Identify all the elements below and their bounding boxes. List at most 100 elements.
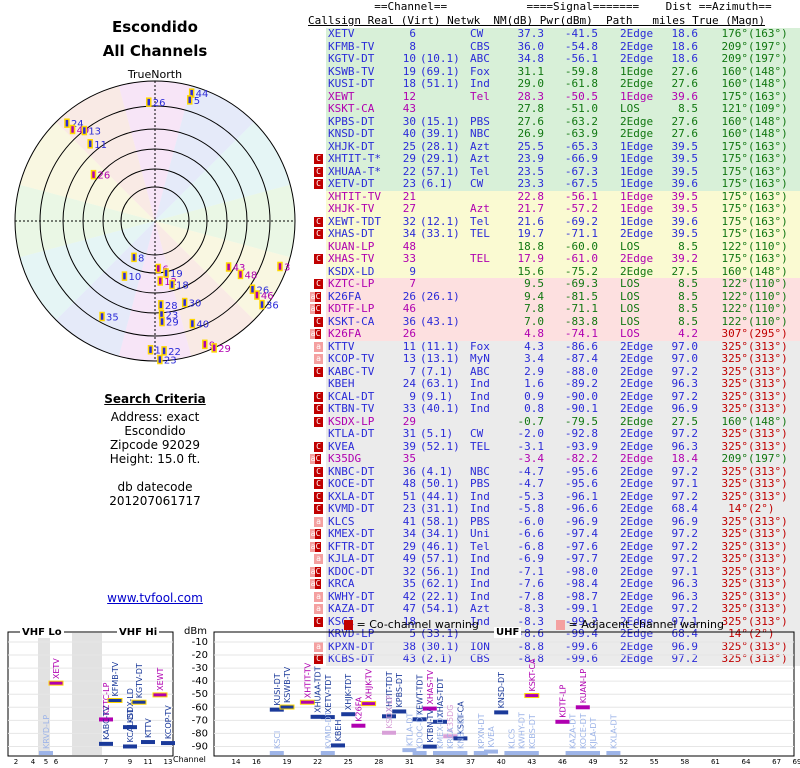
cell-ch: 24: [402, 377, 416, 390]
table-row: KUSI-DT 18 (51.1) Ind 29.0 -61.8 2Edge 27.6 160°…: [308, 77, 800, 91]
cell-pt: 2Edge: [620, 527, 654, 540]
cell-nm: 34.8: [517, 52, 545, 65]
cell-pt: LOS: [620, 302, 640, 315]
cell-mg: (2°): [748, 502, 775, 515]
cell-n: MyN: [470, 352, 490, 365]
cell-ch: 40: [402, 127, 416, 140]
spectrum-bar: [131, 699, 147, 705]
cell-c: XETV: [328, 27, 355, 40]
cell-ch: 7: [409, 277, 416, 290]
x-tick-label: 49: [589, 758, 598, 766]
polar-station-marker: [99, 311, 105, 322]
cell-pw: -41.5: [564, 27, 598, 40]
spectrum-bar-label: XHUAA-TDT: [314, 666, 323, 713]
polar-station-label: 8: [138, 253, 144, 264]
cell-az: 209°: [721, 452, 749, 465]
polar-station-marker: [237, 269, 244, 280]
cell-az: 325°: [721, 402, 749, 415]
cell-c: KGTV-DT: [328, 52, 375, 65]
cell-v: (13.1): [420, 352, 460, 365]
cell-ch: 18: [402, 77, 416, 90]
cell-n: NBC: [470, 127, 490, 140]
y-tick-label: -10: [192, 637, 208, 648]
table-row: a C KMEX-DT 34 (34.1) Uni -6.6 -97.4 2Edge 97.2 32…: [308, 527, 800, 541]
spectrum-bar-label: KMEX-DT: [436, 713, 445, 749]
cell-mg: (313°): [748, 402, 788, 415]
cell-mi: 96.3: [671, 377, 699, 390]
cell-v: (50.1): [420, 477, 460, 490]
y-tick-label: -70: [192, 715, 208, 726]
cell-nm: -3.4: [517, 452, 545, 465]
tvfool-link[interactable]: www.tvfool.com: [0, 591, 310, 605]
spectrum-bar-label: KFMB-TV: [111, 661, 120, 696]
channel-axis-label: Channel: [173, 755, 206, 764]
cell-ch: 34: [402, 227, 416, 240]
co-channel-warning-icon: C: [314, 366, 323, 377]
cell-pw: -56.1: [564, 52, 598, 65]
table-header-line2: Callsign Real (Virt) Netwk NM(dB) Pwr(dB…: [308, 14, 765, 27]
spectrum-bar: [422, 744, 437, 749]
cell-nm: 27.8: [517, 102, 545, 115]
cell-mg: (313°): [748, 352, 788, 365]
cell-ch: 48: [402, 477, 416, 490]
table-row: C XHTIT-T* 29 (29.1) Azt 23.9 -66.9 1Edge 39.5 17…: [308, 152, 800, 166]
x-tick-label: 9: [128, 758, 132, 766]
spectrum-bar: [453, 751, 468, 755]
cell-pw: -51.0: [564, 102, 598, 115]
cell-az: 325°: [721, 352, 749, 365]
adjacent-warning-icon: a: [314, 354, 323, 364]
cell-n: Azt: [470, 202, 490, 215]
co-channel-warning-icon: C: [315, 579, 321, 589]
cell-nm: 4.8: [524, 327, 544, 340]
y-tick-label: -40: [192, 676, 208, 687]
spectrum-bar: [341, 712, 356, 717]
adjacent-warning-icon: a: [314, 341, 323, 352]
cell-ch: 23: [402, 177, 416, 190]
cell-pw: -61.8: [564, 77, 598, 90]
spectrum-bar-label: XHTIT-TV: [303, 662, 312, 698]
x-tick-label: 31: [405, 758, 414, 766]
cell-mg: (163°): [748, 252, 788, 265]
table-row: C KOCE-DT 48 (50.1) PBS -4.7 -95.6 2Edge 97.1 325…: [308, 477, 800, 491]
cell-n: Ind: [470, 377, 490, 390]
co-channel-warning-icon: C: [314, 179, 323, 189]
criteria-city: Escondido: [124, 424, 186, 438]
cell-ch: 46: [402, 302, 416, 315]
cell-c: KTBN-TV: [328, 402, 375, 415]
cell-nm: -4.7: [517, 477, 545, 490]
cell-pt: 2Edge: [620, 552, 654, 565]
spectrum-bar-label: XETV-TDT: [324, 674, 333, 713]
cell-pt: 2Edge: [620, 402, 654, 415]
criteria-db-code: 201207061717: [109, 494, 201, 508]
cell-pt: LOS: [620, 102, 640, 115]
cell-az: 175°: [721, 227, 749, 240]
cell-mg: (313°): [748, 427, 788, 440]
cell-mg: (110°): [748, 277, 788, 290]
cell-ch: 26: [402, 327, 416, 340]
table-row: KNSD-DT 40 (39.1) NBC 26.9 -63.9 2Edge 27.6 160°…: [308, 127, 800, 141]
x-tick-label: 19: [283, 758, 292, 766]
cell-mi: 4.2: [678, 327, 698, 340]
cell-n: CW: [470, 177, 484, 190]
cell-mi: 96.3: [671, 577, 699, 590]
co-channel-warning-icon: C: [314, 216, 323, 227]
cell-ch: 29: [402, 152, 416, 165]
table-row: KSKT-CA 43 27.8 -51.0 LOS 8.5 121° (109°): [308, 102, 800, 116]
polar-station-label: 29: [218, 344, 231, 355]
co-channel-warning-icon: C: [315, 566, 321, 577]
cell-pw: -67.5: [564, 177, 598, 190]
spectrum-bar: [107, 698, 123, 704]
spectrum-bar: [331, 743, 345, 748]
spectrum-bar: [392, 709, 407, 714]
polar-station-marker: [90, 169, 97, 180]
cell-v: (51.1): [420, 77, 460, 90]
cell-pw: -92.8: [564, 427, 598, 440]
spectrum-bar-label: KTTV: [144, 718, 153, 738]
cell-mg: (197°): [748, 452, 788, 465]
table-row: a C KRCA 35 (62.1) Ind -7.6 -98.4 2Edge 96.3 325°(…: [308, 577, 800, 591]
cell-pt: 2Edge: [620, 502, 654, 515]
cell-mi: 8.5: [678, 302, 698, 315]
cell-v: (62.1): [420, 577, 460, 590]
table-row: KGTV-DT 10 (10.1) ABC 34.8 -56.1 2Edge 18.6 209°…: [308, 52, 800, 66]
spectrum-bar-label: KDTF-LP: [558, 685, 567, 718]
